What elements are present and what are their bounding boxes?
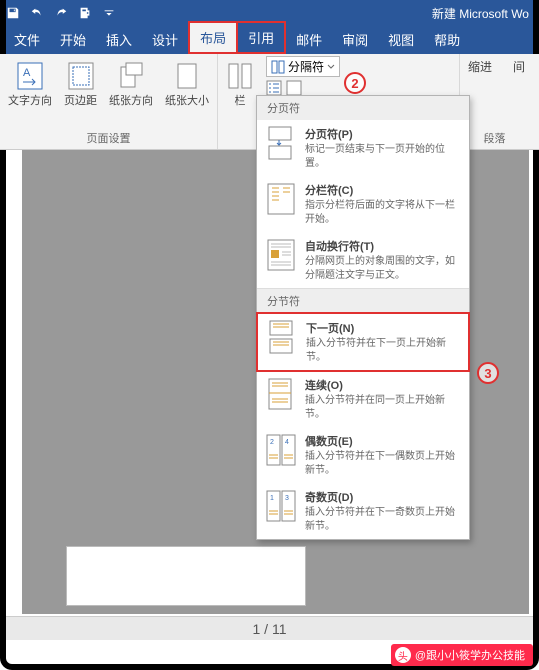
menu-item-next-page[interactable]: 下一页(N)插入分节符并在下一页上开始新节。 xyxy=(256,312,470,372)
watermark-icon: 头 xyxy=(395,647,411,663)
breaks-button[interactable]: 分隔符 xyxy=(266,56,340,77)
margins-icon xyxy=(67,62,95,90)
text-direction-button[interactable]: A 文字方向 xyxy=(4,60,56,110)
callout-3: 3 xyxy=(477,362,499,384)
svg-text:A: A xyxy=(23,67,31,79)
menu-item-even-page[interactable]: 24 偶数页(E)插入分节符并在下一偶数页上开始新节。 xyxy=(257,427,469,483)
even-page-icon: 24 xyxy=(265,433,297,467)
svg-text:2: 2 xyxy=(270,439,274,446)
text-wrap-icon xyxy=(265,238,297,272)
breaks-menu: 分页符 分页符(P)标记一页结束与下一页开始的位置。 分栏符(C)指示分栏符后面… xyxy=(256,95,470,540)
orientation-icon xyxy=(117,62,145,90)
orientation-button[interactable]: 纸张方向 xyxy=(105,60,157,110)
size-button[interactable]: 纸张大小 xyxy=(161,60,213,110)
page-break-icon xyxy=(265,126,297,160)
status-bar: 1 / 11 xyxy=(6,616,533,640)
svg-text:4: 4 xyxy=(285,439,289,446)
margins-button[interactable]: 页边距 xyxy=(60,60,101,110)
column-break-icon xyxy=(265,182,297,216)
continuous-icon xyxy=(265,377,297,411)
breaks-icon xyxy=(271,60,285,74)
menu-item-column-break[interactable]: 分栏符(C)指示分栏符后面的文字将从下一栏开始。 xyxy=(257,176,469,232)
watermark-text: @跟小小筱学办公技能 xyxy=(415,647,525,663)
menu-header-page-breaks: 分页符 xyxy=(257,96,469,120)
text-direction-icon: A xyxy=(16,62,44,90)
menu-header-section-breaks: 分节符 xyxy=(257,288,469,313)
svg-text:1: 1 xyxy=(270,495,274,502)
columns-button[interactable]: 栏 xyxy=(222,60,258,110)
menu-item-text-wrap[interactable]: 自动换行符(T)分隔网页上的对象周围的文字，如分隔题注文字与正文。 xyxy=(257,232,469,288)
page-setup-group: A 文字方向 页边距 纸张方向 纸张大小 页面设置 xyxy=(0,54,218,149)
size-icon xyxy=(173,62,201,90)
page-setup-label: 页面设置 xyxy=(4,128,213,149)
line-numbers-icon[interactable] xyxy=(266,80,282,96)
paragraph-group-label: 段落 xyxy=(460,130,529,146)
watermark: 头 @跟小小筱学办公技能 xyxy=(391,644,533,666)
hyphenation-icon[interactable] xyxy=(286,80,302,96)
callout-2: 2 xyxy=(344,72,366,94)
document-page xyxy=(66,546,306,606)
page-counter: 1 / 11 xyxy=(253,621,287,637)
menu-item-page-break[interactable]: 分页符(P)标记一页结束与下一页开始的位置。 xyxy=(257,120,469,176)
svg-text:3: 3 xyxy=(285,495,289,502)
next-page-icon xyxy=(266,320,298,354)
odd-page-icon: 13 xyxy=(265,489,297,523)
menu-item-odd-page[interactable]: 13 奇数页(D)插入分节符并在下一奇数页上开始新节。 xyxy=(257,483,469,539)
menu-item-continuous[interactable]: 连续(O)插入分节符并在同一页上开始新节。 xyxy=(257,371,469,427)
columns-icon xyxy=(226,62,254,90)
chevron-down-icon xyxy=(327,63,335,71)
spacing-label: 间 xyxy=(513,58,525,75)
